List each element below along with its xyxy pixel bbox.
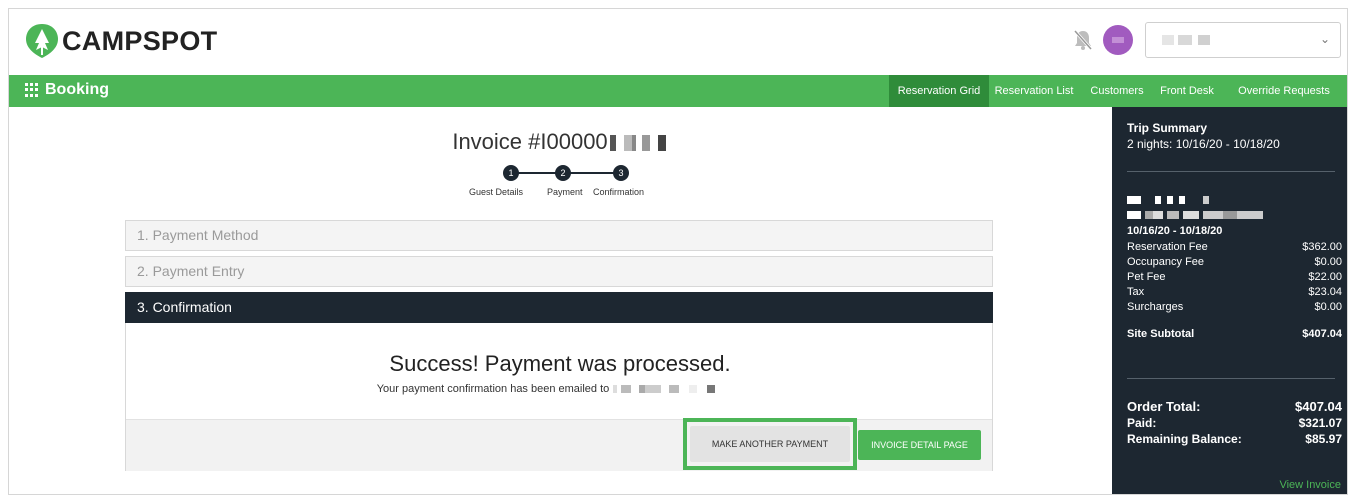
fee-label: Surcharges (1127, 301, 1184, 313)
grid-menu-icon (25, 83, 39, 97)
summary-divider (1127, 171, 1335, 172)
nav-customers[interactable]: Customers (1087, 75, 1147, 107)
email-address-redacted (613, 385, 744, 394)
step-1-dot: 1 (503, 165, 519, 181)
fee-value: $22.00 (1308, 271, 1342, 283)
subtotal-value: $407.04 (1302, 328, 1342, 340)
paid-row: Paid: $321.07 (1127, 416, 1342, 430)
fee-label: Tax (1127, 286, 1145, 298)
paid-value: $321.07 (1298, 416, 1342, 430)
avatar-initials (1112, 37, 1124, 43)
email-confirmation-text: Your payment confirmation has been email… (376, 383, 610, 395)
step-2-dot: 2 (555, 165, 571, 181)
site-name-redacted (1127, 196, 1247, 204)
trip-summary-panel: Trip Summary 2 nights: 10/16/20 - 10/18/… (1112, 107, 1347, 494)
invoice-title-row: Invoice #I00000 (9, 129, 1109, 155)
invoice-title: Invoice #I00000 (452, 129, 608, 154)
fee-label: Pet Fee (1127, 271, 1166, 283)
subtotal-label: Site Subtotal (1127, 328, 1195, 340)
fee-value: $0.00 (1314, 301, 1342, 313)
trip-nights: 2 nights: 10/16/20 - 10/18/20 (1127, 137, 1280, 151)
account-select[interactable]: ⌄ (1145, 22, 1341, 58)
account-name-redacted (1162, 35, 1224, 45)
step-3-dot: 3 (613, 165, 629, 181)
progress-stepper: 1 2 3 Guest Details Payment Confirmation (468, 162, 658, 202)
user-avatar[interactable] (1103, 25, 1133, 55)
main-navbar: Booking Reservation Grid Reservation Lis… (9, 75, 1347, 107)
section-confirmation[interactable]: 3. Confirmation (125, 292, 993, 323)
fee-value: $362.00 (1302, 241, 1342, 253)
step-3-label: Confirmation (593, 187, 645, 197)
nav-front-desk[interactable]: Front Desk (1157, 75, 1217, 107)
step-2-label: Payment (547, 187, 583, 197)
make-another-payment-button[interactable]: MAKE ANOTHER PAYMENT (690, 426, 850, 462)
remaining-balance-row: Remaining Balance: $85.97 (1127, 432, 1342, 446)
site-dates: 10/16/20 - 10/18/20 (1127, 225, 1223, 237)
fee-row-tax: Tax $23.04 (1127, 286, 1342, 298)
success-message: Success! Payment was processed. (389, 351, 731, 376)
invoice-number-redacted (609, 135, 666, 152)
trip-summary-title: Trip Summary (1127, 121, 1208, 135)
nav-reservation-list[interactable]: Reservation List (989, 75, 1079, 107)
view-invoice-link[interactable]: View Invoice (1279, 479, 1341, 491)
remaining-value: $85.97 (1305, 432, 1342, 446)
nav-override-requests[interactable]: Override Requests (1231, 75, 1337, 107)
fee-row-surcharges: Surcharges $0.00 (1127, 301, 1342, 313)
fee-row-reservation: Reservation Fee $362.00 (1127, 241, 1342, 253)
top-header: CAMPSPOT ⌄ (9, 9, 1347, 75)
summary-divider (1127, 378, 1335, 379)
section-payment-entry[interactable]: 2. Payment Entry (125, 256, 993, 287)
fee-row-occupancy: Occupancy Fee $0.00 (1127, 256, 1342, 268)
brand-name: CAMPSPOT (62, 25, 218, 56)
nav-title-label: Booking (45, 81, 109, 98)
section-payment-method[interactable]: 1. Payment Method (125, 220, 993, 251)
order-total-row: Order Total: $407.04 (1127, 399, 1342, 414)
chevron-down-icon: ⌄ (1319, 32, 1330, 46)
paid-label: Paid: (1127, 416, 1157, 430)
app-window: CAMPSPOT ⌄ Booking Reservation Grid Rese… (8, 8, 1348, 495)
order-total-value: $407.04 (1295, 399, 1342, 414)
fee-value: $0.00 (1314, 256, 1342, 268)
nav-reservation-grid[interactable]: Reservation Grid (889, 75, 989, 107)
fee-label: Occupancy Fee (1127, 256, 1205, 268)
campspot-logo[interactable]: CAMPSPOT (25, 23, 217, 59)
order-total-label: Order Total: (1127, 399, 1201, 414)
tree-leaf-logo-icon (26, 24, 58, 58)
fee-row-pet: Pet Fee $22.00 (1127, 271, 1342, 283)
booking-menu[interactable]: Booking (25, 81, 109, 99)
bell-muted-icon[interactable] (1073, 29, 1093, 51)
step-1-label: Guest Details (469, 187, 524, 197)
site-detail-redacted (1127, 211, 1263, 219)
email-confirmation-line: Your payment confirmation has been email… (126, 383, 994, 395)
remaining-label: Remaining Balance: (1127, 432, 1242, 446)
invoice-detail-page-button[interactable]: INVOICE DETAIL PAGE (858, 430, 981, 460)
fee-value: $23.04 (1308, 286, 1342, 298)
site-subtotal-row: Site Subtotal $407.04 (1127, 328, 1342, 340)
fee-label: Reservation Fee (1127, 241, 1208, 253)
